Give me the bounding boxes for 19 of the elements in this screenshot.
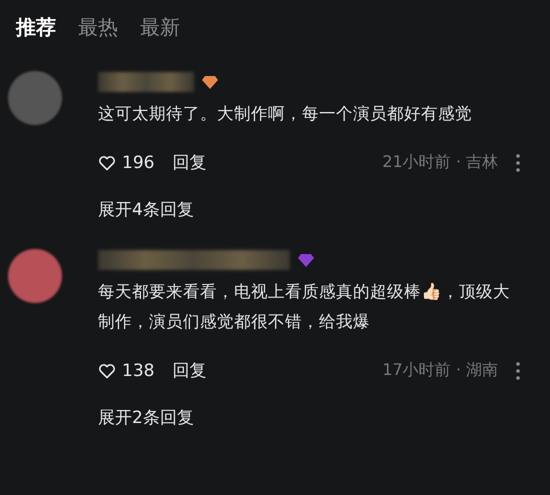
comment-text: 这可太期待了。大制作啊，每一个演员都好有感觉: [98, 103, 473, 125]
avatar[interactable]: [8, 249, 62, 303]
like-count: 138: [122, 360, 154, 380]
tab[interactable]: 最热: [78, 14, 118, 41]
more-icon[interactable]: [516, 154, 520, 172]
time-location: 17小时前 · 湖南: [382, 360, 498, 381]
heart-icon[interactable]: [98, 362, 116, 378]
reply-link[interactable]: 回复: [172, 359, 206, 382]
heart-icon[interactable]: [98, 154, 116, 170]
like-count: 196: [122, 152, 154, 172]
tab[interactable]: 推荐: [16, 14, 56, 41]
avatar[interactable]: [8, 71, 62, 125]
reply-link[interactable]: 回复: [172, 151, 206, 174]
tab[interactable]: 最新: [140, 14, 180, 41]
comment-text: 每天都要来看看，电视上看质感真的超级棒👍🏻，顶级大制作，演员们感觉都很不错，给我爆: [98, 281, 511, 333]
time-location: 21小时前 · 吉林: [382, 152, 498, 173]
more-icon[interactable]: [516, 362, 520, 380]
expand-replies-link[interactable]: 展开4条回复: [98, 198, 520, 221]
expand-replies-link[interactable]: 展开2条回复: [98, 406, 520, 429]
